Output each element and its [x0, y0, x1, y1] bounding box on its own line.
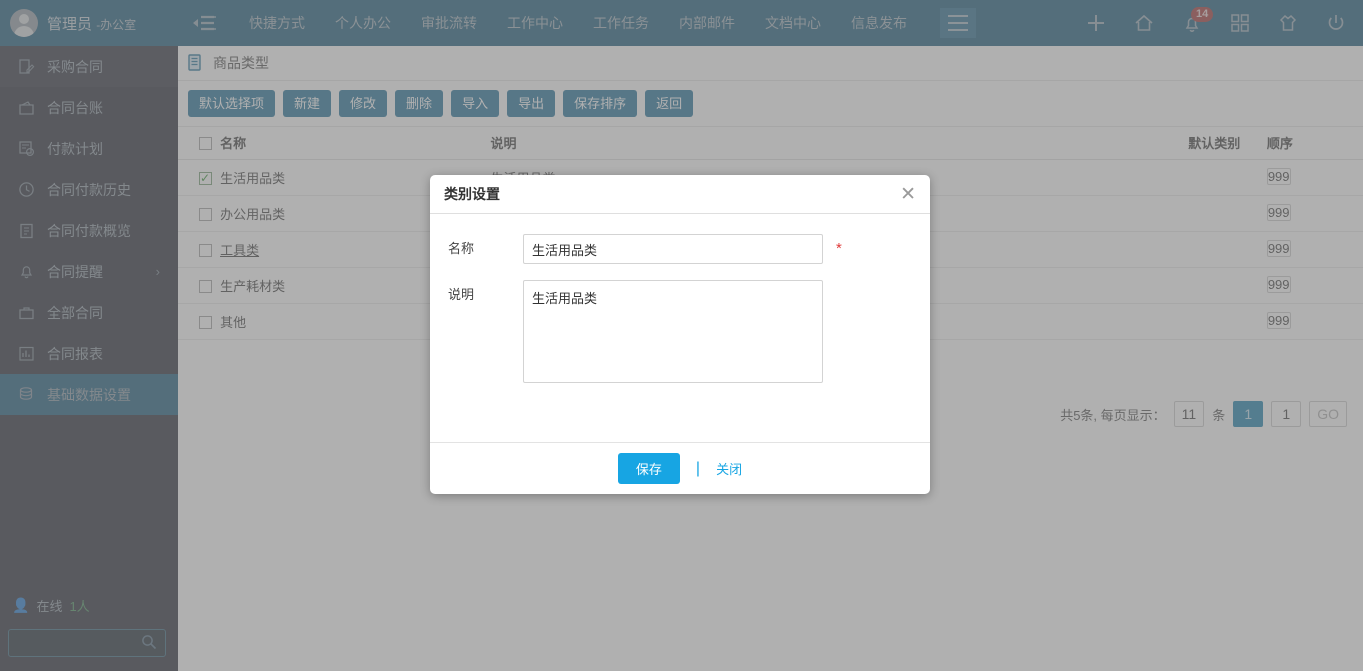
- name-field[interactable]: [523, 234, 823, 264]
- required-asterisk: *: [836, 240, 842, 257]
- dialog-footer: 保存 | 关闭: [430, 442, 930, 494]
- close-button[interactable]: 关闭: [716, 459, 742, 478]
- footer-divider: |: [695, 459, 701, 477]
- desc-field-label: 说明: [448, 287, 475, 302]
- category-settings-dialog: 类别设置 ✕ 名称 * 说明 保存 | 关闭: [430, 175, 930, 494]
- desc-field[interactable]: [523, 280, 823, 383]
- name-field-label: 名称: [448, 241, 475, 256]
- field-row-desc: 说明: [430, 280, 930, 383]
- close-icon[interactable]: ✕: [900, 185, 916, 204]
- app-root: 管理员 -办公室 快捷方式 个人办公 审批流转 工作中心 工作任务 内部邮件 文…: [0, 0, 1363, 671]
- save-button[interactable]: 保存: [617, 453, 680, 484]
- dialog-body: 名称 * 说明: [430, 214, 930, 442]
- dialog-title: 类别设置: [444, 186, 500, 202]
- dialog-header: 类别设置 ✕: [430, 175, 930, 214]
- field-row-name: 名称 *: [430, 234, 930, 264]
